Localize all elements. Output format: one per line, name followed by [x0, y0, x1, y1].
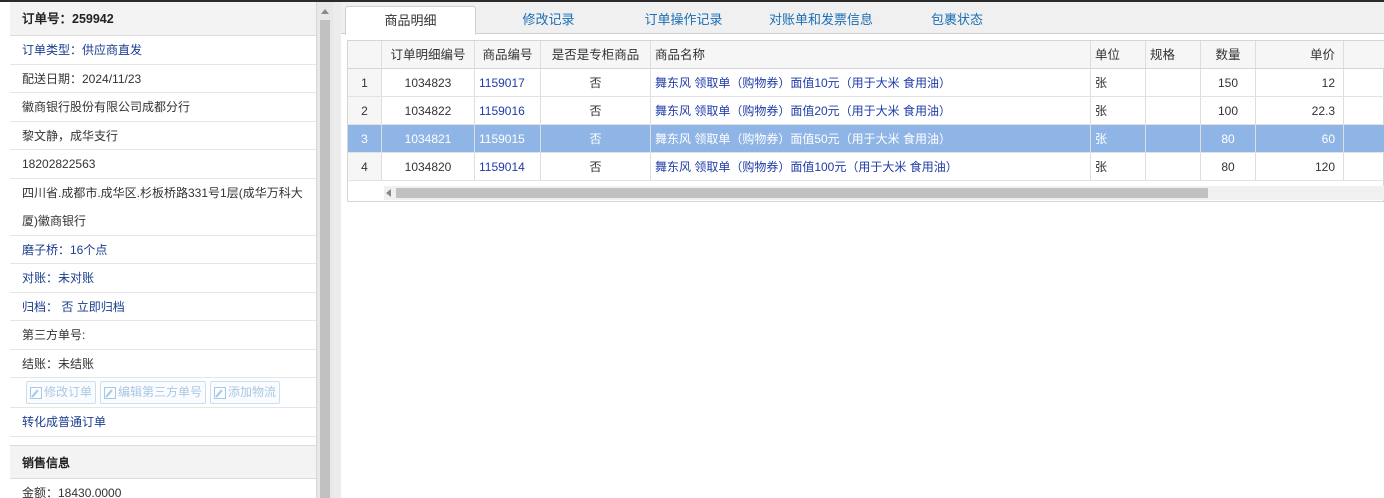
cell-counter: 否 — [541, 153, 651, 180]
cell-product-name[interactable]: 舞东风 领取单（购物券）面值10元（用于大米 食用油） — [651, 69, 1091, 96]
cell-counter: 否 — [541, 97, 651, 124]
row-number: 4 — [348, 153, 382, 180]
order-number-header: 订单号：259942 — [10, 2, 316, 36]
cell-spec — [1146, 69, 1201, 96]
cell-unit: 张 — [1091, 125, 1146, 152]
order-type: 订单类型：供应商直发 — [10, 36, 316, 65]
station-info: 磨子桥：16个点 — [10, 236, 316, 264]
convert-order-row: 转化成普通订单 — [10, 408, 316, 437]
cell-spec — [1146, 125, 1201, 152]
scrollbar-thumb[interactable] — [320, 20, 330, 498]
cell-filler — [1344, 125, 1384, 152]
cell-unit: 张 — [1091, 69, 1146, 96]
cell-product-id[interactable]: 1159016 — [475, 97, 541, 124]
table-row[interactable]: 4 1034820 1159014 否舞东风 领取单（购物券）面值100元（用于大米 … — [348, 153, 1384, 181]
horizontal-scrollbar-thumb[interactable] — [396, 188, 1208, 198]
header-rownum — [348, 41, 382, 68]
tab-statement-invoice[interactable]: 对账单和发票信息 — [761, 6, 881, 34]
add-logistics-button[interactable]: 添加物流 — [210, 381, 281, 404]
cell-qty: 80 — [1201, 125, 1256, 152]
sales-amount: 金额：18430.0000 — [10, 479, 316, 498]
tab-modification-log[interactable]: 修改记录 — [501, 6, 596, 34]
tab-operation-log[interactable]: 订单操作记录 — [631, 6, 736, 34]
archive-now-link[interactable]: 否 立即归档 — [61, 300, 124, 314]
cell-detail-id: 1034823 — [382, 69, 475, 96]
header-filler — [1344, 41, 1384, 68]
cell-product-id[interactable]: 1159015 — [475, 125, 541, 152]
cell-spec — [1146, 153, 1201, 180]
table-row[interactable]: 3 1034821 1159015 否舞东风 领取单（购物券）面值50元（用于大米 食… — [348, 125, 1384, 153]
row-number: 2 — [348, 97, 382, 124]
sales-info-header: 销售信息 — [10, 444, 316, 479]
cell-qty: 80 — [1201, 153, 1256, 180]
contact-person: 黎文静，成华支行 — [10, 122, 316, 150]
detail-area: 商品明细 修改记录 订单操作记录 对账单和发票信息 包裹状态 订单明细编号 商品… — [341, 2, 1384, 498]
edit-icon — [104, 386, 117, 399]
add-logistics-label: 添加物流 — [228, 385, 277, 399]
panel-gutter — [333, 2, 341, 498]
header-counter[interactable]: 是否是专柜商品 — [541, 41, 651, 68]
row-number: 3 — [348, 125, 382, 152]
row-number: 1 — [348, 69, 382, 96]
tab-package-status[interactable]: 包裹状态 — [919, 6, 995, 34]
cell-price: 12 — [1256, 69, 1344, 96]
cell-product-name[interactable]: 舞东风 领取单（购物券）面值50元（用于大米 食用油） — [651, 125, 1091, 152]
table-horizontal-scrollbar[interactable] — [384, 186, 1384, 200]
cell-filler — [1344, 97, 1384, 124]
edit-third-party-label: 编辑第三方单号 — [118, 385, 203, 399]
order-info-panel: 订单号：259942 订单类型：供应商直发 配送日期：2024/11/23 徽商… — [10, 2, 317, 498]
tab-bar: 商品明细 修改记录 订单操作记录 对账单和发票信息 包裹状态 — [341, 2, 1384, 35]
header-price[interactable]: 单价 — [1256, 41, 1344, 68]
customer-name: 徽商银行股份有限公司成都分行 — [10, 93, 316, 122]
cell-filler — [1344, 153, 1384, 180]
cell-qty: 100 — [1201, 97, 1256, 124]
cell-product-name[interactable]: 舞东风 领取单（购物券）面值100元（用于大米 食用油） — [651, 153, 1091, 180]
cell-spec — [1146, 97, 1201, 124]
header-product-id[interactable]: 商品编号 — [475, 41, 541, 68]
cell-detail-id: 1034822 — [382, 97, 475, 124]
third-party-number: 第三方单号: — [10, 321, 316, 350]
scroll-left-arrow-icon[interactable] — [386, 189, 391, 197]
header-qty[interactable]: 数量 — [1201, 41, 1256, 68]
edit-icon — [30, 386, 42, 399]
cell-detail-id: 1034820 — [382, 153, 475, 180]
cell-unit: 张 — [1091, 97, 1146, 124]
delivery-date: 配送日期：2024/11/23 — [10, 65, 316, 93]
scroll-up-arrow-icon[interactable] — [321, 9, 329, 14]
cell-price: 120 — [1256, 153, 1344, 180]
header-detail-id[interactable]: 订单明细编号 — [382, 41, 475, 68]
edit-third-party-button[interactable]: 编辑第三方单号 — [100, 381, 207, 404]
edit-order-label: 修改订单 — [44, 385, 93, 399]
cell-price: 60 — [1256, 125, 1344, 152]
phone-number: 18202822563 — [10, 150, 316, 179]
cell-product-name[interactable]: 舞东风 领取单（购物券）面值20元（用于大米 食用油） — [651, 97, 1091, 124]
delivery-address: 四川省.成都市.成华区.杉板桥路331号1层(成华万科大厦)徽商银行 — [10, 179, 316, 236]
cell-detail-id: 1034821 — [382, 125, 475, 152]
cell-counter: 否 — [541, 125, 651, 152]
edit-icon — [214, 386, 227, 399]
archive-status: 归档： 否 立即归档 — [10, 293, 316, 321]
table-row[interactable]: 2 1034822 1159016 否舞东风 领取单（购物券）面值20元（用于大米 食… — [348, 97, 1384, 125]
order-action-buttons: 修改订单 编辑第三方单号 添加物流 — [10, 378, 316, 408]
left-panel-scrollbar[interactable] — [317, 2, 333, 498]
tab-product-details[interactable]: 商品明细 — [345, 6, 476, 35]
edit-order-button[interactable]: 修改订单 — [26, 381, 97, 404]
product-detail-table: 订单明细编号 商品编号 是否是专柜商品 商品名称 单位 规格 数量 单价 1 10… — [347, 40, 1384, 202]
cell-filler — [1344, 69, 1384, 96]
cell-product-id[interactable]: 1159017 — [475, 69, 541, 96]
settlement-status: 结账：未结账 — [10, 350, 316, 378]
table-header: 订单明细编号 商品编号 是否是专柜商品 商品名称 单位 规格 数量 单价 — [348, 41, 1384, 69]
cell-product-id[interactable]: 1159014 — [475, 153, 541, 180]
convert-to-normal-order-link[interactable]: 转化成普通订单 — [22, 415, 106, 429]
header-unit[interactable]: 单位 — [1091, 41, 1146, 68]
header-spec[interactable]: 规格 — [1146, 41, 1201, 68]
header-product-name[interactable]: 商品名称 — [651, 41, 1091, 68]
cell-qty: 150 — [1201, 69, 1256, 96]
cell-price: 22.3 — [1256, 97, 1344, 124]
reconcile-status: 对账：未对账 — [10, 264, 316, 293]
table-row[interactable]: 1 1034823 1159017 否舞东风 领取单（购物券）面值10元（用于大米 食… — [348, 69, 1384, 97]
cell-counter: 否 — [541, 69, 651, 96]
archive-label: 归档： — [22, 299, 59, 314]
cell-unit: 张 — [1091, 153, 1146, 180]
